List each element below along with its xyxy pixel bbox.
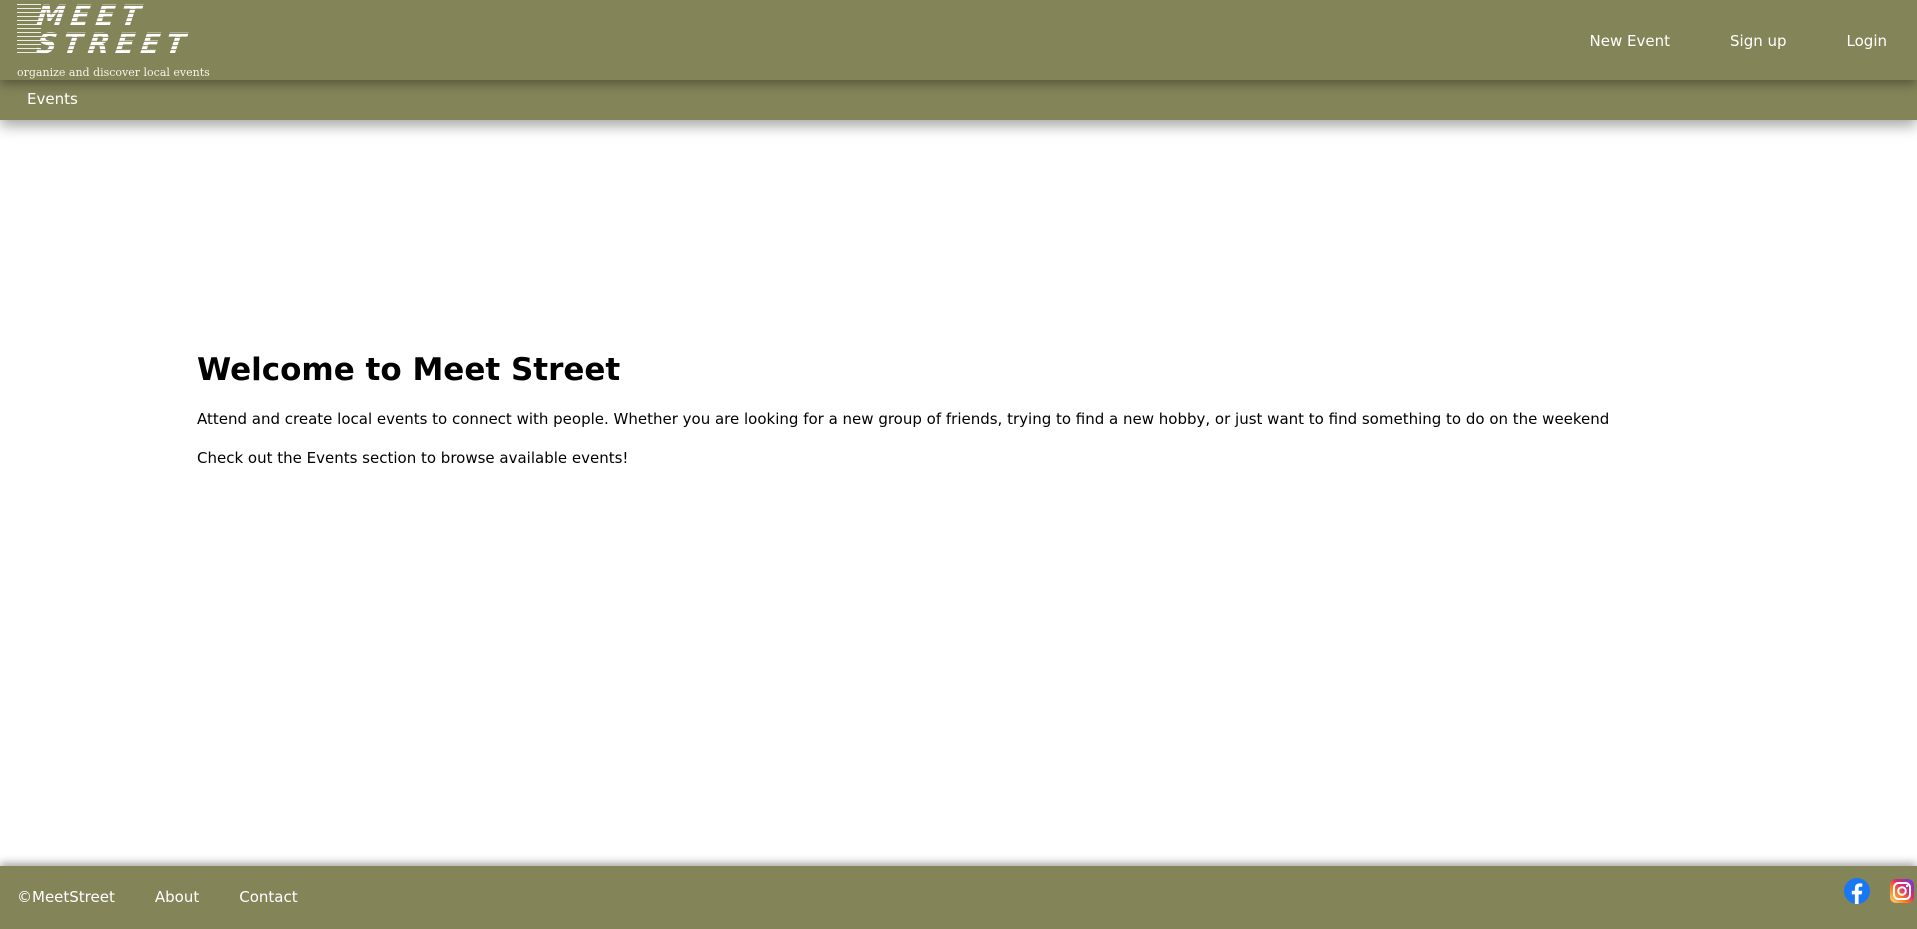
new-event-link[interactable]: New Event xyxy=(1560,30,1700,52)
about-link[interactable]: About xyxy=(155,888,199,906)
secondary-nav: Events xyxy=(0,80,1917,120)
social-links xyxy=(1844,878,1917,904)
browse-text: Check out the Events section to browse a… xyxy=(197,449,629,467)
footer-links: ©MeetStreet About Contact xyxy=(17,888,298,906)
site-footer: ©MeetStreet About Contact xyxy=(0,866,1917,929)
login-link[interactable]: Login xyxy=(1817,30,1917,52)
top-nav: New Event Sign up Login xyxy=(1560,30,1917,52)
copyright-text: ©MeetStreet xyxy=(17,888,115,906)
facebook-icon[interactable] xyxy=(1844,878,1870,904)
instagram-icon[interactable] xyxy=(1890,879,1914,903)
logo-word-street: STREET xyxy=(34,27,194,60)
logo-tagline: organize and discover local events xyxy=(17,66,210,79)
site-header: MEET STREET organize and discover local … xyxy=(0,0,1917,80)
welcome-section: Welcome to Meet Street Attend and create… xyxy=(197,345,1797,468)
logo-word-meet: MEET xyxy=(34,0,149,32)
sign-up-link[interactable]: Sign up xyxy=(1700,30,1817,52)
contact-link[interactable]: Contact xyxy=(239,888,297,906)
page-title: Welcome to Meet Street xyxy=(197,352,621,388)
events-link[interactable]: Events xyxy=(27,90,78,108)
intro-text: Attend and create local events to connec… xyxy=(197,410,1610,428)
meet-street-logo[interactable]: MEET STREET organize and discover local … xyxy=(17,0,217,80)
